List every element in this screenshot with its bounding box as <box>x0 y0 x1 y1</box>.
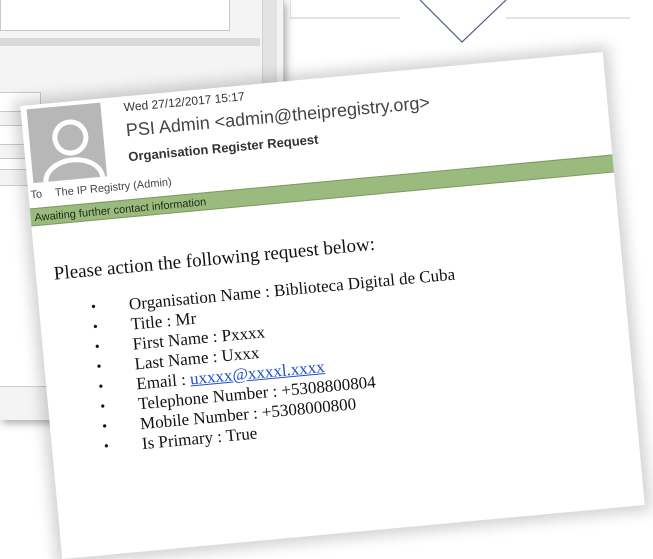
callout-pointer-icon <box>290 0 630 43</box>
recipient-name[interactable]: The IP Registry (Admin) <box>54 176 172 199</box>
background-toolbar <box>0 38 260 46</box>
avatar-shoulders <box>41 154 108 184</box>
bullet: • <box>103 439 110 455</box>
bullet: • <box>97 379 105 395</box>
detail-value: True <box>224 423 259 446</box>
avatar-head <box>50 117 90 158</box>
person-silhouette-icon <box>26 102 108 184</box>
bullet: • <box>92 319 99 336</box>
email-preview-card: Wed 27/12/2017 15:17 PSI Admin <admin@th… <box>20 51 645 559</box>
detail-value: Mr <box>174 308 197 330</box>
request-details-list: • Organisation Name : Biblioteca Digital… <box>90 265 469 458</box>
bullet: • <box>99 399 106 415</box>
bullet: • <box>90 299 97 316</box>
bullet: • <box>101 419 108 435</box>
screenshot-stage: Wed 27/12/2017 15:17 PSI Admin <admin@th… <box>0 0 653 559</box>
to-label: To <box>29 188 43 202</box>
detail-value: Uxxx <box>220 343 261 366</box>
bullet: • <box>96 359 103 376</box>
bullet: • <box>94 339 101 356</box>
background-text-field[interactable] <box>0 0 230 31</box>
